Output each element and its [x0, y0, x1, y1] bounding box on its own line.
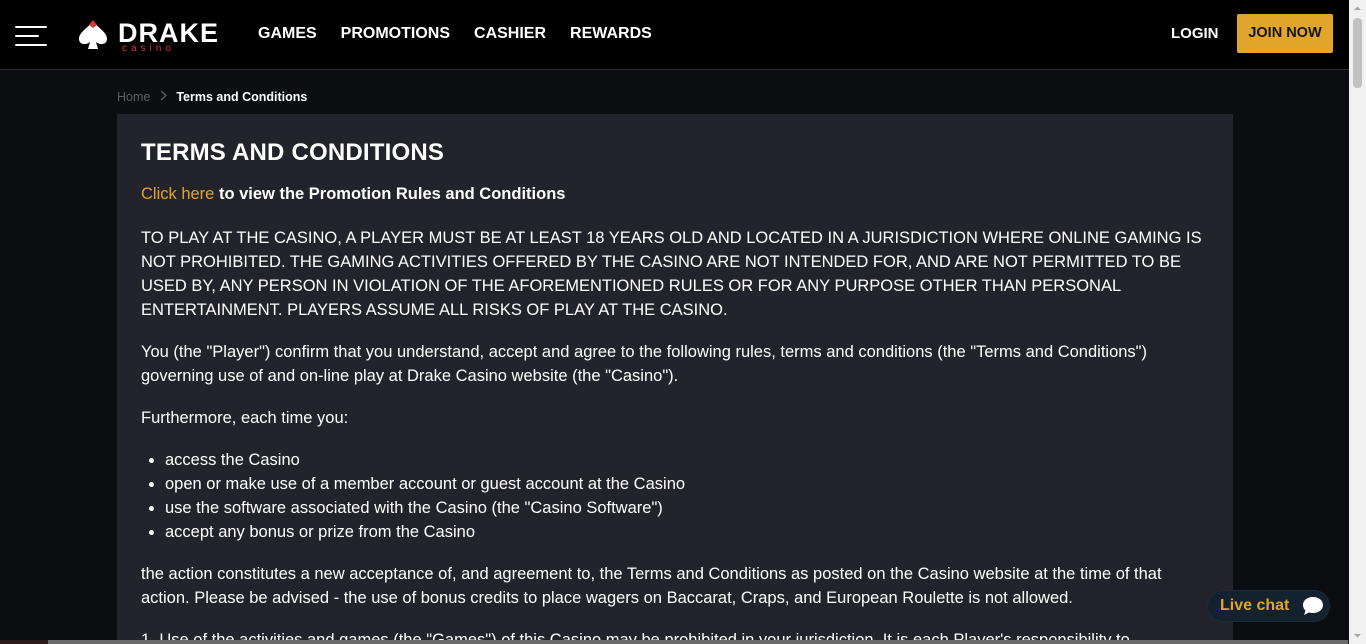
breadcrumb: Home Terms and Conditions — [117, 89, 307, 105]
promo-rules-link[interactable]: Click here — [141, 185, 214, 203]
acceptance-paragraph: the action constitutes a new acceptance … — [141, 565, 1162, 607]
list-item: accept any bonus or prize from the Casin… — [165, 520, 1209, 544]
acceptance-actions-list: access the Casino open or make use of a … — [165, 448, 1209, 544]
nav-cashier[interactable]: CASHIER — [474, 24, 546, 44]
list-item: open or make use of a member account or … — [165, 472, 1209, 496]
breadcrumb-home[interactable]: Home — [117, 90, 150, 104]
scroll-down-arrow-icon[interactable] — [1349, 627, 1366, 644]
logo-subtitle: casino — [122, 43, 175, 54]
terms-panel: TERMS AND CONDITIONS Click here to view … — [117, 114, 1233, 644]
scroll-up-arrow-icon[interactable] — [1349, 0, 1366, 17]
page-title: TERMS AND CONDITIONS — [141, 139, 445, 166]
nav-games[interactable]: GAMES — [258, 24, 317, 44]
nav-rewards[interactable]: REWARDS — [570, 24, 652, 44]
live-chat-button[interactable]: Live chat — [1208, 591, 1329, 621]
breadcrumb-current: Terms and Conditions — [176, 90, 308, 104]
player-agreement-paragraph: You (the "Player") confirm that you unde… — [141, 343, 1148, 385]
main-nav: GAMES PROMOTIONS CASHIER REWARDS — [258, 24, 652, 44]
join-now-button[interactable]: JOIN NOW — [1237, 14, 1333, 53]
login-link[interactable]: LOGIN — [1171, 25, 1219, 43]
age-requirement-paragraph: TO PLAY AT THE CASINO, A PLAYER MUST BE … — [141, 229, 1202, 319]
vertical-scrollbar[interactable] — [1349, 0, 1366, 644]
list-item: access the Casino — [165, 448, 1209, 472]
horizontal-scrollbar[interactable] — [0, 640, 1349, 644]
chevron-right-icon — [160, 89, 167, 105]
promo-rules-text: to view the Promotion Rules and Conditio… — [218, 185, 566, 203]
nav-promotions[interactable]: PROMOTIONS — [341, 24, 450, 44]
live-chat-label: Live chat — [1220, 597, 1290, 614]
list-item: use the software associated with the Cas… — [165, 496, 1209, 520]
site-header: DRAKE casino GAMES PROMOTIONS CASHIER RE… — [0, 0, 1349, 70]
horizontal-scroll-thumb[interactable] — [48, 640, 1348, 644]
drake-casino-logo[interactable]: DRAKE casino — [76, 17, 218, 57]
hamburger-icon[interactable] — [15, 24, 47, 46]
scroll-thumb[interactable] — [1353, 18, 1362, 88]
drake-spade-logo-icon — [79, 20, 107, 49]
chat-bubble-icon — [1303, 597, 1323, 615]
promo-rules-line: Click here to view the Promotion Rules a… — [141, 184, 1209, 204]
furthermore-paragraph: Furthermore, each time you: — [141, 409, 349, 427]
